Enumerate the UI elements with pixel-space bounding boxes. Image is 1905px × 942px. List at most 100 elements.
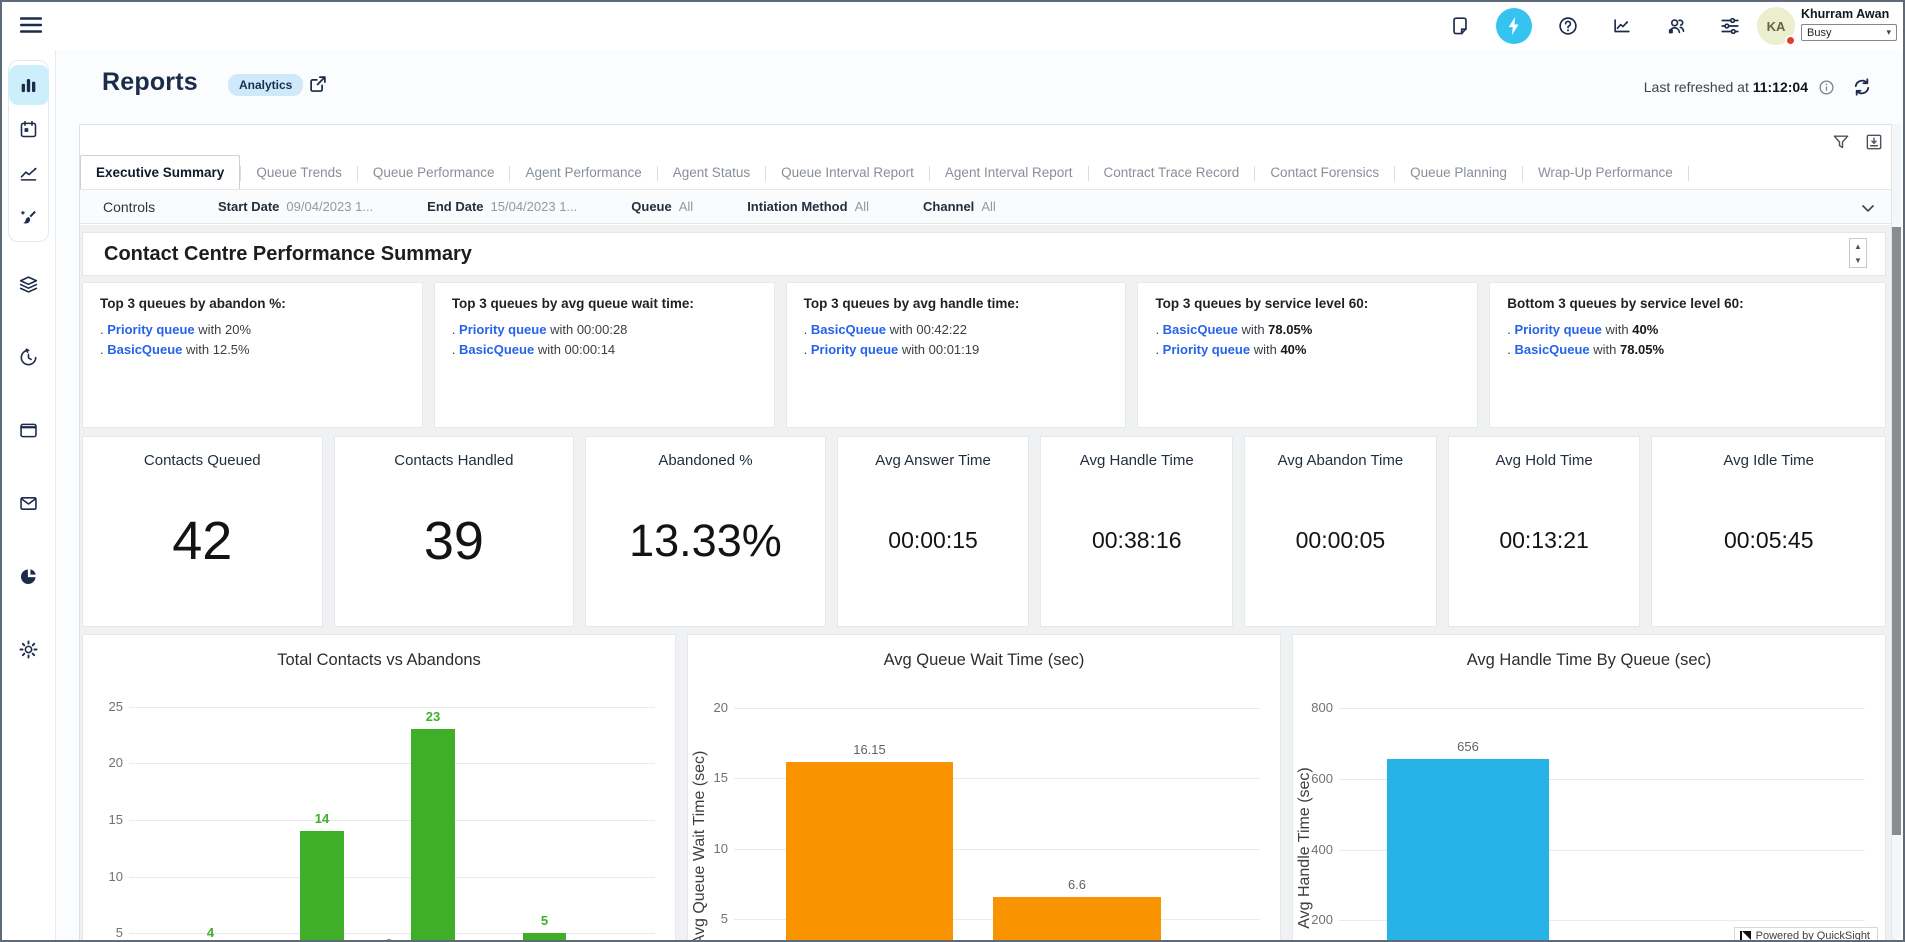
open-external-icon[interactable] bbox=[307, 73, 329, 95]
gridline bbox=[129, 763, 655, 764]
insight-item: . Priority queue with 40% bbox=[1155, 340, 1460, 360]
insight-item: . Priority queue with 40% bbox=[1507, 320, 1868, 340]
chevron-down-icon: ▾ bbox=[1886, 27, 1891, 38]
queue-link[interactable]: BasicQueue bbox=[107, 342, 182, 357]
sidebar-item-mail[interactable] bbox=[9, 483, 49, 523]
settings-sliders-icon-button[interactable] bbox=[1712, 8, 1748, 44]
kpi-value: 00:38:16 bbox=[1092, 469, 1182, 626]
gridline bbox=[129, 877, 655, 878]
scroll-down-icon[interactable]: ▼ bbox=[1850, 253, 1866, 267]
kpi-card: Avg Idle Time00:05:45 bbox=[1651, 436, 1886, 627]
scroll-up-icon[interactable]: ▲ bbox=[1850, 239, 1866, 253]
tab-agent-interval-report[interactable]: Agent Interval Report bbox=[930, 157, 1088, 189]
kpi-card: Contacts Queued42 bbox=[82, 436, 323, 627]
flash-icon-button[interactable] bbox=[1496, 8, 1532, 44]
tab-queue-interval-report[interactable]: Queue Interval Report bbox=[766, 157, 929, 189]
metrics-icon-button[interactable] bbox=[1604, 8, 1640, 44]
sidebar-item-reports[interactable] bbox=[9, 65, 49, 105]
status-select[interactable]: Busy ▾ bbox=[1801, 24, 1897, 41]
bar-5[interactable] bbox=[523, 933, 566, 942]
help-icon-button[interactable] bbox=[1550, 8, 1586, 44]
tab-wrap-up-performance[interactable]: Wrap-Up Performance bbox=[1523, 157, 1688, 189]
info-icon[interactable] bbox=[1818, 79, 1835, 96]
control-filter-start-date[interactable]: Start Date09/04/2023 1... bbox=[218, 199, 373, 214]
bar-6.6[interactable] bbox=[993, 897, 1161, 942]
sidebar-primary-group bbox=[8, 60, 49, 242]
powered-by-text: Powered by QuickSight bbox=[1756, 930, 1870, 942]
avatar[interactable]: KA bbox=[1757, 7, 1795, 45]
insight-value: 00:00:14 bbox=[565, 342, 616, 357]
export-icon[interactable] bbox=[1864, 132, 1884, 152]
insight-card: Bottom 3 queues by service level 60: . Pr… bbox=[1489, 282, 1886, 428]
flash-icon bbox=[1503, 15, 1525, 37]
queue-link[interactable]: BasicQueue bbox=[1163, 322, 1238, 337]
sidebar-item-windows[interactable] bbox=[9, 410, 49, 450]
bar-14[interactable] bbox=[300, 831, 344, 942]
gear-icon bbox=[18, 639, 39, 660]
main-area: Reports Analytics Last refreshed at 11:1… bbox=[56, 50, 1903, 940]
sidebar-item-history[interactable] bbox=[9, 337, 49, 377]
queue-link[interactable]: Priority queue bbox=[459, 322, 546, 337]
dashboard-sheet: Contact Centre Performance Summary ▲ ▼ T… bbox=[80, 225, 1894, 942]
bar-23[interactable] bbox=[411, 729, 455, 942]
gridline bbox=[734, 708, 1260, 709]
queue-link[interactable]: Priority queue bbox=[1514, 322, 1601, 337]
kpi-title: Avg Abandon Time bbox=[1278, 452, 1404, 469]
agents-icon-button[interactable] bbox=[1658, 8, 1694, 44]
sidebar-item-schedule[interactable] bbox=[9, 109, 49, 149]
control-filter-intiation-method[interactable]: Intiation MethodAll bbox=[747, 199, 869, 214]
insight-item: . BasicQueue with 00:00:14 bbox=[452, 340, 757, 360]
hamburger-menu-icon[interactable] bbox=[18, 12, 44, 38]
tab-contract-trace-record[interactable]: Contract Trace Record bbox=[1089, 157, 1255, 189]
sidebar-item-layers[interactable] bbox=[9, 264, 49, 304]
chart-title: Avg Handle Time By Queue (sec) bbox=[1293, 651, 1885, 670]
sidebar-item-settings[interactable] bbox=[9, 629, 49, 669]
queue-link[interactable]: BasicQueue bbox=[1514, 342, 1589, 357]
tab-contact-forensics[interactable]: Contact Forensics bbox=[1255, 157, 1394, 189]
bar-16.15[interactable] bbox=[786, 762, 953, 942]
tab-executive-summary[interactable]: Executive Summary bbox=[80, 155, 240, 189]
insight-value: 00:42:22 bbox=[916, 322, 967, 337]
controls-collapse-chevron-icon[interactable] bbox=[1858, 198, 1878, 218]
sidebar-secondary-group bbox=[2, 264, 55, 669]
page-scrollbar-thumb[interactable] bbox=[1892, 227, 1901, 835]
analytics-badge: Analytics bbox=[228, 74, 303, 96]
kpi-title: Avg Answer Time bbox=[875, 452, 991, 469]
filter-value: All bbox=[679, 199, 693, 214]
filter-icon[interactable] bbox=[1831, 132, 1851, 152]
bar-656[interactable] bbox=[1387, 759, 1549, 942]
tab-queue-planning[interactable]: Queue Planning bbox=[1395, 157, 1522, 189]
notes-icon-button[interactable] bbox=[1442, 8, 1478, 44]
queue-link[interactable]: Priority queue bbox=[107, 322, 194, 337]
sidebar-item-trends[interactable] bbox=[9, 153, 49, 193]
sidebar-item-pie[interactable] bbox=[9, 556, 49, 596]
filter-value: All bbox=[855, 199, 869, 214]
kpi-title: Avg Handle Time bbox=[1080, 452, 1194, 469]
calendar-icon bbox=[18, 119, 39, 140]
tab-queue-trends[interactable]: Queue Trends bbox=[241, 157, 357, 189]
queue-link[interactable]: Priority queue bbox=[811, 342, 898, 357]
control-filter-end-date[interactable]: End Date15/04/2023 1... bbox=[427, 199, 577, 214]
tab-agent-status[interactable]: Agent Status bbox=[658, 157, 765, 189]
queue-link[interactable]: Priority queue bbox=[1163, 342, 1250, 357]
control-filter-channel[interactable]: ChannelAll bbox=[923, 199, 996, 214]
queue-link[interactable]: BasicQueue bbox=[811, 322, 886, 337]
tab-agent-performance[interactable]: Agent Performance bbox=[510, 157, 656, 189]
left-sidebar bbox=[2, 50, 56, 940]
queue-link[interactable]: BasicQueue bbox=[459, 342, 534, 357]
report-tabs: Executive SummaryQueue TrendsQueue Perfo… bbox=[80, 157, 1834, 189]
control-filter-queue[interactable]: QueueAll bbox=[631, 199, 693, 214]
page-scrollbar-track[interactable] bbox=[1891, 124, 1901, 938]
insight-value: 12.5% bbox=[213, 342, 250, 357]
y-tick-label: 5 bbox=[85, 925, 123, 940]
status-value: Busy bbox=[1807, 27, 1831, 39]
brush-icon bbox=[18, 207, 39, 228]
sidebar-item-annotate[interactable] bbox=[9, 197, 49, 237]
chart-card: Total Contacts vs Abandons25201510541432… bbox=[82, 634, 676, 942]
top-bar: KA Khurram Awan Busy ▾ bbox=[2, 2, 1903, 50]
tab-queue-performance[interactable]: Queue Performance bbox=[358, 157, 510, 189]
insight-card-title: Bottom 3 queues by service level 60: bbox=[1507, 296, 1868, 311]
layers-icon bbox=[18, 274, 39, 295]
refresh-icon[interactable] bbox=[1851, 76, 1873, 98]
filter-label: Channel bbox=[923, 199, 974, 214]
